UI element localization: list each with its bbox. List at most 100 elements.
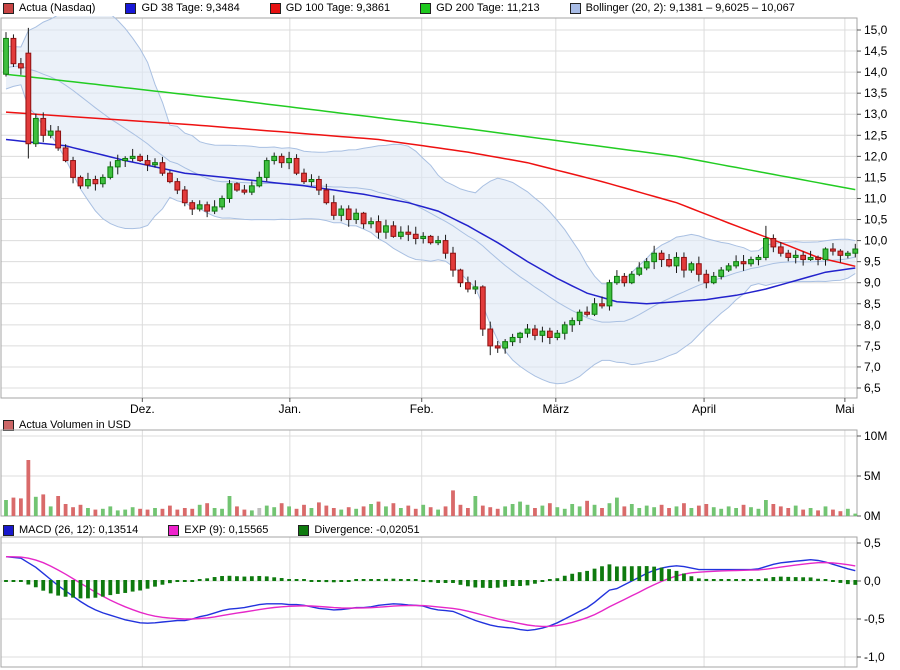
divergence-bar <box>26 580 30 585</box>
candle-up <box>227 184 232 199</box>
candle-down <box>391 226 396 237</box>
divergence-bar <box>652 567 656 581</box>
volume-bar <box>578 506 582 516</box>
candle-up <box>48 131 53 135</box>
divergence-bar <box>94 580 98 598</box>
divergence-bar <box>779 577 783 581</box>
volume-bar <box>541 506 545 516</box>
volume-bar <box>414 509 418 516</box>
volume-bar <box>518 502 522 516</box>
candle-down <box>659 253 664 259</box>
volume-bar <box>213 508 217 516</box>
macd-tick-label: -0,5 <box>864 612 885 626</box>
volume-bar <box>183 508 187 516</box>
candle-up <box>756 257 761 259</box>
volume-bar <box>839 511 843 516</box>
price-tick-label: 6,5 <box>864 381 881 395</box>
divergence-bar <box>548 579 552 581</box>
divergence-bar <box>161 580 165 585</box>
volume-bar <box>548 503 552 516</box>
divergence-bar <box>324 580 328 582</box>
volume-bar <box>667 508 671 516</box>
legend-item-bollinger: Bollinger (20, 2): 9,1381 – 9,6025 – 10,… <box>570 2 795 15</box>
divergence-bar <box>4 580 8 582</box>
divergence-bar <box>473 580 477 587</box>
divergence-bar <box>704 579 708 581</box>
candle-down <box>294 158 299 173</box>
divergence-bar <box>12 580 16 582</box>
candle-up <box>726 266 731 270</box>
price-tick-label: 11,5 <box>864 170 887 184</box>
candle-up <box>823 249 828 260</box>
divergence-bar <box>71 580 75 598</box>
volume-bar <box>488 507 492 516</box>
volume-bar <box>250 510 254 516</box>
macd-tick-label: 0,5 <box>864 536 881 550</box>
legend-item-symbol: Actua (Nasdaq) <box>3 2 95 15</box>
divergence-bar <box>310 580 314 582</box>
price-tick-label: 13,0 <box>864 107 888 121</box>
candle-down <box>838 251 843 255</box>
divergence-bar <box>205 578 209 581</box>
volume-tick-label: 5M <box>864 469 881 483</box>
divergence-bar <box>146 580 150 589</box>
volume-bar <box>168 506 172 516</box>
divergence-bar <box>243 577 247 581</box>
volume-bar <box>235 506 239 516</box>
volume-bar <box>682 503 686 516</box>
volume-bar <box>801 510 805 516</box>
volume-bar <box>257 508 261 516</box>
macd-chart: 0,50,0-0,5-1,0 <box>0 536 900 670</box>
volume-bar <box>764 500 768 516</box>
divergence-bar <box>541 580 545 582</box>
divergence-bar <box>831 580 835 582</box>
candle-down <box>406 232 411 234</box>
candle-up <box>719 270 724 276</box>
volume-bar <box>71 507 75 516</box>
divergence-swatch-icon <box>298 525 309 536</box>
divergence-bar <box>339 580 343 582</box>
divergence-bar <box>362 579 366 581</box>
candle-up <box>644 262 649 268</box>
divergence-bar <box>64 580 68 597</box>
volume-bar <box>362 506 366 516</box>
candle-up <box>33 118 38 143</box>
candle-up <box>264 161 269 178</box>
volume-bar <box>704 504 708 516</box>
divergence-bar <box>578 572 582 581</box>
divergence-bar <box>451 580 455 583</box>
candle-down <box>466 283 471 289</box>
candle-up <box>108 167 113 178</box>
month-label: Mai <box>835 402 854 416</box>
macd-swatch-icon <box>3 525 14 536</box>
divergence-bar <box>771 577 775 581</box>
volume-bar <box>41 494 45 516</box>
volume-bar <box>779 506 783 516</box>
candle-down <box>235 184 240 190</box>
symbol-label: Actua (Nasdaq) <box>19 2 95 15</box>
price-tick-label: 10,0 <box>864 234 888 248</box>
divergence-bar <box>757 579 761 581</box>
gd200-swatch-icon <box>420 3 431 14</box>
bollinger-band-area <box>6 16 855 384</box>
divergence-bar <box>749 579 753 581</box>
divergence-bar <box>429 580 433 582</box>
volume-bar <box>563 509 567 516</box>
divergence-bar <box>481 580 485 588</box>
volume-bar <box>645 506 649 516</box>
divergence-bar <box>235 576 239 581</box>
candle-down <box>778 247 783 253</box>
candle-down <box>331 203 336 216</box>
divergence-bar <box>399 579 403 581</box>
candle-up <box>689 264 694 270</box>
divergence-bar <box>265 576 269 581</box>
volume-bar <box>347 507 351 516</box>
gd100-swatch-icon <box>270 3 281 14</box>
divergence-bar <box>198 579 202 581</box>
divergence-bar <box>712 579 716 581</box>
divergence-bar <box>138 580 142 590</box>
candle-down <box>600 304 605 306</box>
price-tick-label: 11,0 <box>864 191 887 205</box>
divergence-bar <box>116 580 120 594</box>
candle-down <box>376 222 381 233</box>
